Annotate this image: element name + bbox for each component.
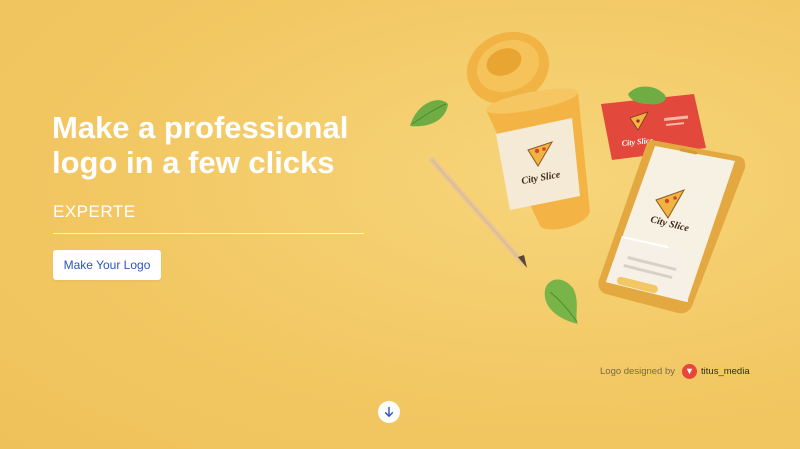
arrow-down-icon xyxy=(384,406,394,417)
logo-credit: Logo designed by titus_media xyxy=(600,364,750,379)
smartphone: City Slice xyxy=(598,140,746,314)
titus-media-avatar-icon[interactable] xyxy=(682,364,698,379)
basil-leaf-top xyxy=(410,100,448,127)
scroll-down-button[interactable] xyxy=(378,401,400,423)
avatar-glyph-icon xyxy=(686,368,693,375)
basil-leaf-bottom xyxy=(544,279,578,324)
designer-name-link[interactable]: titus_media xyxy=(701,366,750,377)
coffee-cup: City Slice xyxy=(485,88,590,230)
credit-label: Logo designed by xyxy=(600,366,676,377)
product-mockup-illustration: City Slice City Slice City Slice xyxy=(410,31,746,324)
